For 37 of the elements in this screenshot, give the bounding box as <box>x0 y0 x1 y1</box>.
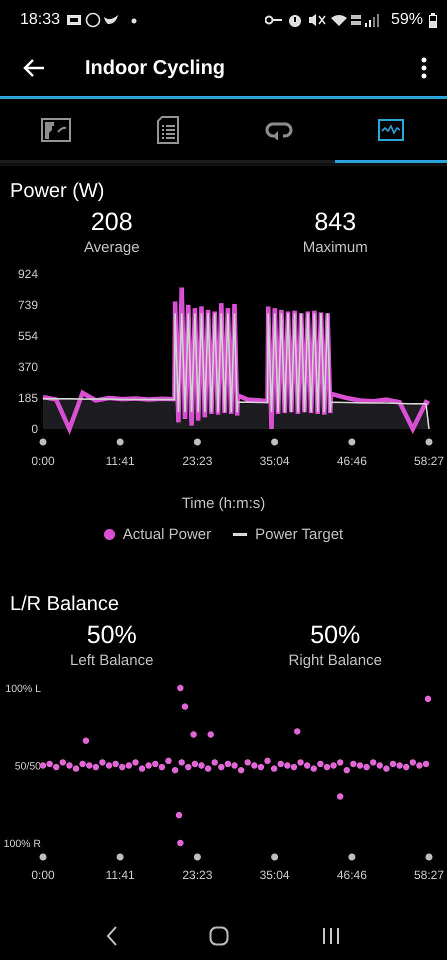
axis-label: 23:23 <box>182 868 212 882</box>
axis-label: 0:00 <box>31 868 55 882</box>
axis-label: 554 <box>18 329 38 344</box>
axis-label: 50/50 <box>14 760 41 772</box>
stat-value: 50% <box>86 620 137 650</box>
axis-label: 35:04 <box>260 868 290 882</box>
axis-label: 739 <box>18 298 38 312</box>
axis-label: 46:46 <box>336 868 367 882</box>
axis-label: 185 <box>18 390 38 405</box>
axis-label: 370 <box>18 360 38 374</box>
stat-label: Average <box>84 238 140 258</box>
axis-label: 924 <box>18 267 38 281</box>
battery-percent: 59% <box>390 11 423 29</box>
stat-label: Maximum <box>302 238 368 258</box>
axis-label: 0:00 <box>31 454 55 468</box>
axis-label: 35:04 <box>260 454 290 468</box>
screen-title: Indoor Cycling <box>85 56 226 80</box>
stat-label: Right Balance <box>288 651 382 671</box>
axis-label: 11:41 <box>106 868 135 882</box>
stat-label: Left Balance <box>70 651 154 671</box>
axis-label: 100% L <box>5 683 41 695</box>
stat-value: 843 <box>314 207 356 237</box>
axis-label: 46:46 <box>336 454 367 468</box>
x-axis-title: Time (h:m:s) <box>182 495 266 512</box>
axis-label: 23:23 <box>182 454 212 468</box>
stat-value: 50% <box>310 620 360 650</box>
section-title: L/R Balance <box>9 593 119 616</box>
section-title: Power (W) <box>9 180 104 203</box>
status-time: 18:33 <box>20 11 60 29</box>
axis-label: 58:27 <box>414 454 444 468</box>
axis-label: 0 <box>31 422 38 436</box>
legend-label: Power Target <box>255 526 344 543</box>
axis-label: 11:41 <box>106 454 135 468</box>
stat-value: 208 <box>90 207 133 237</box>
legend-label: Actual Power <box>122 526 212 543</box>
axis-label: 58:27 <box>414 868 444 882</box>
axis-label: 100% R <box>4 838 41 850</box>
